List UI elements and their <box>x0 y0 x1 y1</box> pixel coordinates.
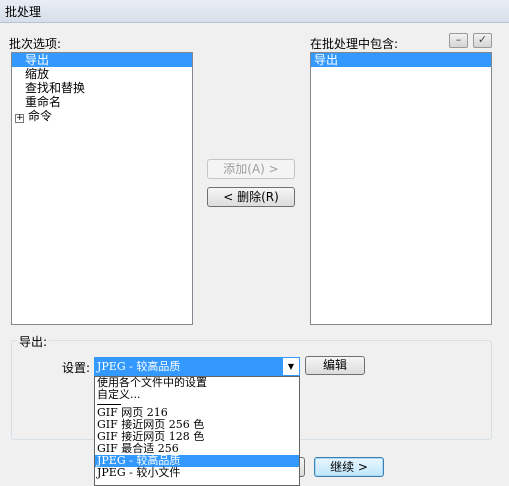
settings-dropdown-list[interactable]: 使用各个文件中的设置 自定义... GIF 网页 216 GIF 接近网页 25… <box>94 376 300 486</box>
option-jpeg-small-file[interactable]: JPEG - 较小文件 <box>95 467 299 479</box>
add-button[interactable]: 添加(A) > <box>207 159 295 179</box>
settings-dropdown[interactable]: JPEG - 较高品质 ▼ <box>94 357 300 376</box>
batch-option-commands[interactable]: + 命令 <box>12 109 192 123</box>
batch-options-list[interactable]: 导出 缩放 查找和替换 重命名 + 命令 <box>11 52 193 325</box>
title-bar: 批处理 <box>0 0 509 23</box>
batch-option-scale[interactable]: 缩放 <box>12 67 192 81</box>
option-custom[interactable]: 自定义... <box>95 389 299 401</box>
batch-options-label: 批次选项: <box>9 37 62 51</box>
continue-button[interactable]: 继续 > <box>314 457 384 477</box>
batch-option-commands-label: 命令 <box>28 109 53 123</box>
batch-option-export[interactable]: 导出 <box>12 53 192 67</box>
edit-button[interactable]: 编辑 <box>305 356 365 375</box>
option-separator <box>95 401 299 407</box>
included-label: 在批处理中包含: <box>310 37 399 51</box>
included-list[interactable]: 导出 <box>310 52 492 325</box>
included-item-export[interactable]: 导出 <box>311 53 491 67</box>
minus-icon[interactable]: – <box>449 33 468 48</box>
window-title: 批处理 <box>5 5 42 19</box>
export-group-label: 导出: <box>17 333 50 350</box>
checkmark-icon[interactable]: ✓ <box>473 33 492 48</box>
batch-option-rename[interactable]: 重命名 <box>12 95 192 109</box>
settings-label: 设置: <box>62 361 91 375</box>
remove-button[interactable]: < 删除(R) <box>207 187 295 207</box>
batch-option-find-replace[interactable]: 查找和替换 <box>12 81 192 95</box>
chevron-down-icon[interactable]: ▼ <box>283 358 299 375</box>
settings-dropdown-value: JPEG - 较高品质 <box>95 358 283 375</box>
expand-plus-icon[interactable]: + <box>15 114 24 123</box>
